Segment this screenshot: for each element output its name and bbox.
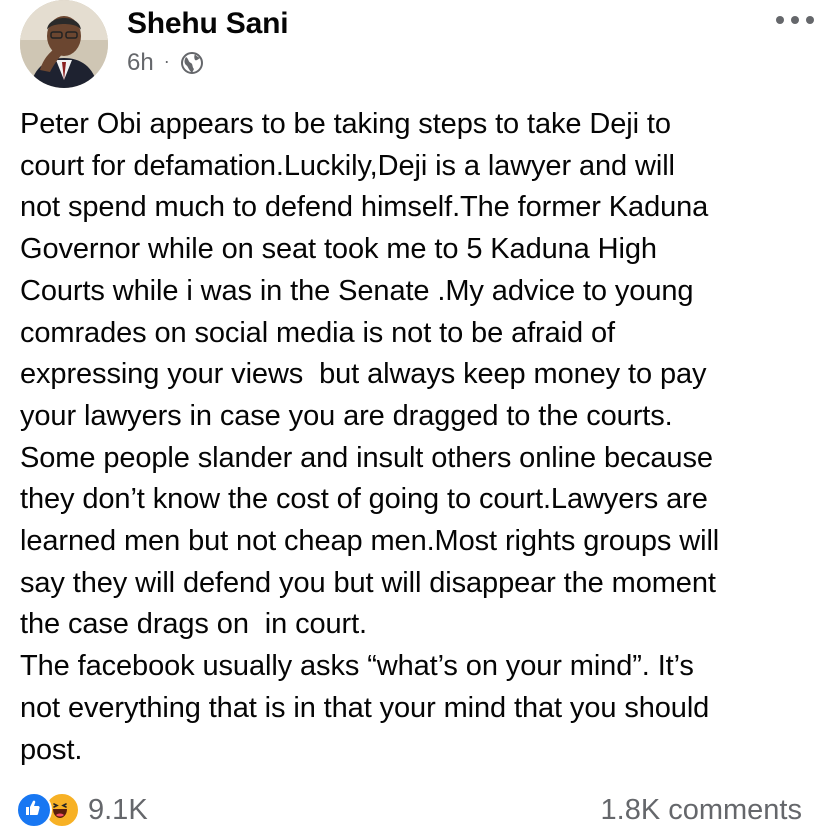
reactions-summary[interactable]: 9.1K: [16, 792, 148, 828]
post-time[interactable]: 6h: [127, 49, 154, 77]
author-avatar[interactable]: [20, 0, 108, 88]
meta-separator: ·: [163, 50, 170, 71]
dot-icon: [776, 16, 784, 24]
dot-icon: [791, 16, 799, 24]
reaction-count: 9.1K: [88, 793, 148, 826]
post-text: Peter Obi appears to be taking steps to …: [20, 108, 720, 766]
avatar-photo: [20, 0, 108, 88]
comments-count[interactable]: 1.8K comments: [601, 794, 802, 827]
more-options-icon[interactable]: [776, 10, 814, 30]
dot-icon: [806, 16, 814, 24]
post-meta: 6h ·: [127, 49, 204, 77]
globe-icon[interactable]: [180, 51, 204, 75]
like-icon: [16, 792, 52, 828]
author-name[interactable]: Shehu Sani: [127, 6, 289, 42]
facebook-post: Shehu Sani 6h · Peter Obi appears to be …: [0, 0, 828, 836]
